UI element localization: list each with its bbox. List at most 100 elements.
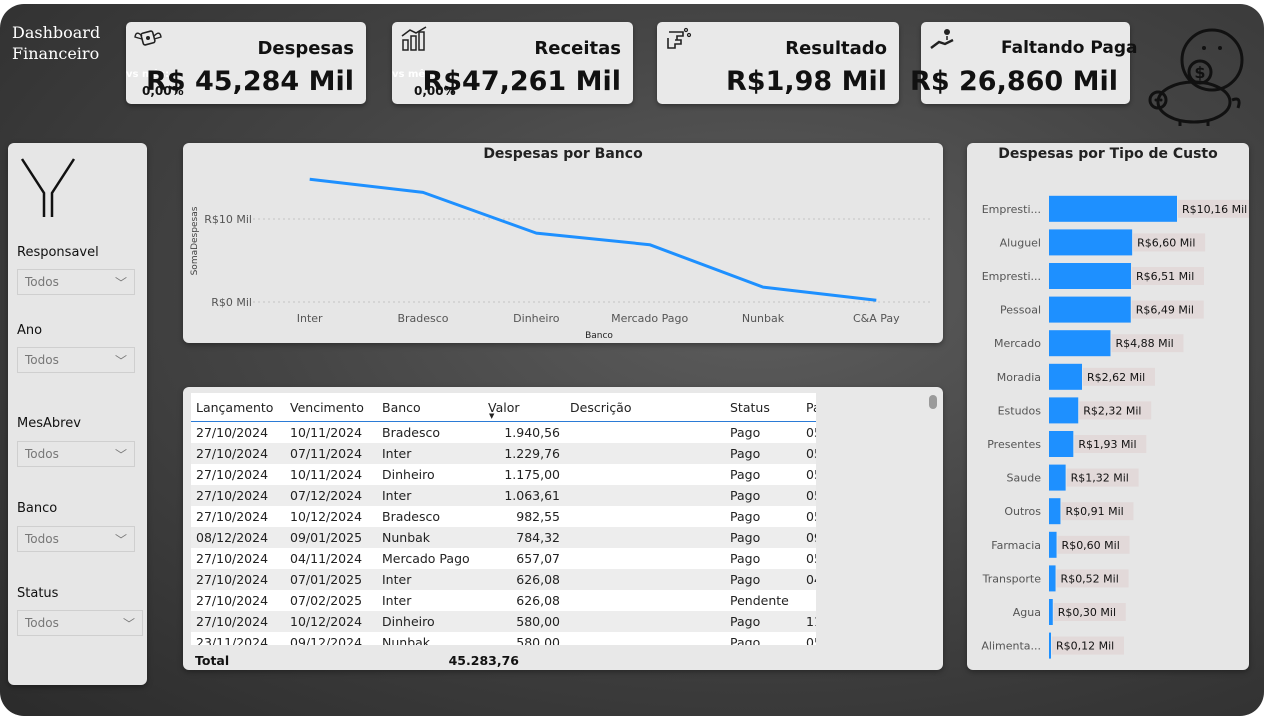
slicer-value-status: Todos — [25, 616, 59, 630]
bar[interactable] — [1049, 498, 1061, 525]
table-cell: 11/12/2024 — [801, 611, 816, 632]
table-cell: 10/12/2024 — [285, 611, 377, 632]
kpi-card-resultado[interactable]: Resultado R$1,98 Mil — [657, 22, 899, 104]
table-column-header[interactable]: Lançamento — [191, 393, 285, 422]
bar[interactable] — [1049, 565, 1056, 592]
bar[interactable] — [1049, 464, 1066, 491]
table-row[interactable]: 08/12/202409/01/2025Nunbak784,32Pago09/0… — [191, 527, 816, 548]
table-panel: Lançamento Vencimento Banco Valor ▼ Descrição… — [183, 387, 943, 670]
table-cell: 05/12/2024 — [801, 464, 816, 485]
slicer-dropdown-responsavel[interactable]: Todos ﹀ — [17, 269, 135, 295]
table-cell: 1.229,76 — [483, 443, 565, 464]
table-cell: 05/12/2024 — [801, 485, 816, 506]
kpi-card-receitas[interactable]: Receitas vs mês: 0,00% R$47,261 Mil — [392, 22, 633, 104]
kpi-value-despesas: R$ 45,284 Mil — [146, 66, 354, 97]
table-cell: Bradesco — [377, 506, 483, 527]
table-cell: 10/11/2024 — [285, 421, 377, 443]
slicer-label-ano: Ano — [17, 323, 43, 338]
bar[interactable] — [1049, 330, 1111, 357]
table-cell: Inter — [377, 590, 483, 611]
slicer-label-responsavel: Responsavel — [17, 245, 99, 260]
table-viewport[interactable]: Lançamento Vencimento Banco Valor ▼ Descrição… — [191, 393, 816, 645]
filter-funnel-icon — [20, 158, 76, 217]
bar-value-label: R$1,32 Mil — [1071, 472, 1129, 485]
line-xtick-label: Dinheiro — [513, 312, 560, 325]
bar[interactable] — [1049, 431, 1074, 457]
expenses-table: Lançamento Vencimento Banco Valor ▼ Descrição… — [191, 393, 816, 645]
table-cell: 626,08 — [483, 590, 565, 611]
table-scrollbar-thumb[interactable] — [929, 395, 937, 409]
kpi-card-despesas[interactable]: Despesas vs mês: 0,00% R$ 45,284 Mil — [126, 22, 366, 104]
chevron-down-icon: ﹀ — [114, 448, 127, 462]
kpi-label-faltando-paga: Faltando Paga — [1001, 38, 1138, 58]
bar-value-label: R$0,91 Mil — [1065, 505, 1123, 518]
slicer-dropdown-banco[interactable]: Todos ﹀ — [17, 526, 135, 552]
table-scrollbar[interactable] — [929, 395, 937, 665]
bar[interactable] — [1049, 363, 1083, 390]
table-row[interactable]: 27/10/202410/12/2024Dinheiro580,00 Pago11… — [191, 611, 816, 632]
table-cell: 23/11/2024 — [191, 632, 285, 645]
table-row[interactable]: 27/10/2024 04/11/2024 Mercado Pago 657,07 Pa… — [191, 548, 816, 569]
table-row[interactable]: 27/10/202410/12/2024Bradesco982,55 Pago05… — [191, 506, 816, 527]
bar-chart-panel: Despesas por Tipo de Custo Empresti... R$… — [967, 143, 1249, 670]
table-row[interactable]: 23/11/202409/12/2024Nunbak580,00 Pago05/1… — [191, 632, 816, 645]
table-column-header[interactable]: Descrição — [565, 393, 725, 422]
line-xtick-label: Mercado Pago — [611, 312, 688, 325]
slicer-dropdown-ano[interactable]: Todos ﹀ — [17, 347, 135, 373]
table-row[interactable]: 27/10/202407/11/2024Inter1.229,76 Pago05/… — [191, 443, 816, 464]
chevron-down-icon: ﹀ — [114, 354, 127, 368]
table-row[interactable]: 27/10/2024 07/02/2025 Inter 626,08 Pendente — [191, 590, 816, 611]
slicer-dropdown-mesabrev[interactable]: Todos ﹀ — [17, 441, 135, 467]
table-cell: 07/12/2024 — [285, 485, 377, 506]
table-cell: 10/11/2024 — [285, 464, 377, 485]
table-cell — [565, 443, 725, 464]
bar-chart-plot[interactable]: Empresti... R$10,16 Mil Aluguel R$6,60 Mil E… — [967, 143, 1249, 670]
table-row[interactable]: 27/10/2024 10/11/2024 Bradesco 1.940,56 Pago… — [191, 421, 816, 443]
table-row[interactable]: 27/10/2024 10/11/2024 Dinheiro 1.175,00 Pago… — [191, 464, 816, 485]
table-cell: 580,00 — [483, 611, 565, 632]
table-column-header[interactable]: Vencimento — [285, 393, 377, 422]
bar-value-label: R$4,88 Mil — [1115, 337, 1173, 350]
line-chart-xlabel: Banco — [585, 331, 613, 341]
bar-value-label: R$0,52 Mil — [1061, 572, 1119, 585]
chevron-down-icon: ﹀ — [122, 617, 135, 631]
table-cell: Pago — [725, 632, 801, 645]
line-xtick-label: Inter — [297, 312, 323, 325]
line-ytick-label: R$0 Mil — [211, 296, 252, 309]
table-row[interactable]: 27/10/202407/12/2024Inter1.063,61 Pago05/… — [191, 485, 816, 506]
table-cell: Pago — [725, 464, 801, 485]
table-cell: 27/10/2024 — [191, 485, 285, 506]
table-cell: 04/01/2025 — [801, 569, 816, 590]
table-column-header[interactable]: Valor ▼ — [483, 393, 565, 422]
bar-value-label: R$6,60 Mil — [1137, 236, 1195, 249]
bar[interactable] — [1049, 531, 1057, 558]
slicer-dropdown-status[interactable]: Todos ﹀ — [17, 610, 143, 636]
bar[interactable] — [1049, 599, 1053, 625]
bar-value-label: R$0,30 Mil — [1058, 606, 1116, 619]
kpi-card-faltando-paga[interactable]: Faltando Paga R$ 26,860 Mil — [910, 22, 1138, 104]
bar[interactable] — [1049, 195, 1177, 222]
bar-value-label: R$6,51 Mil — [1136, 270, 1194, 283]
dashboard-canvas: Dashboard Financeiro Despesas vs mês: 0,… — [0, 4, 1264, 716]
table-column-header[interactable]: Status — [725, 393, 801, 422]
line-chart-plot[interactable]: SomaDespesas Banco R$0 Mil R$10 Mil Inter… — [183, 143, 943, 343]
line-series-despesas[interactable] — [309, 177, 877, 302]
table-column-header[interactable]: Pagamento — [801, 393, 816, 422]
table-cell: 580,00 — [483, 632, 565, 645]
bar[interactable] — [1049, 229, 1133, 256]
bar[interactable] — [1049, 263, 1132, 289]
table-cell: Inter — [377, 569, 483, 590]
bar-category-label: Outros — [1004, 505, 1041, 518]
bar[interactable] — [1049, 296, 1131, 323]
bar-category-label: Moradia — [997, 371, 1041, 384]
bar[interactable] — [1049, 632, 1051, 659]
table-cell — [565, 611, 725, 632]
bar[interactable] — [1049, 397, 1079, 424]
table-row[interactable]: 27/10/202407/01/2025Inter626,08 Pago04/01… — [191, 569, 816, 590]
kpi-label-receitas: Receitas — [534, 38, 621, 59]
table-column-header[interactable]: Banco — [377, 393, 483, 422]
bar-category-label: Empresti... — [982, 270, 1041, 283]
table-cell: Bradesco — [377, 421, 483, 443]
table-cell: Inter — [377, 485, 483, 506]
table-cell: Inter — [377, 443, 483, 464]
